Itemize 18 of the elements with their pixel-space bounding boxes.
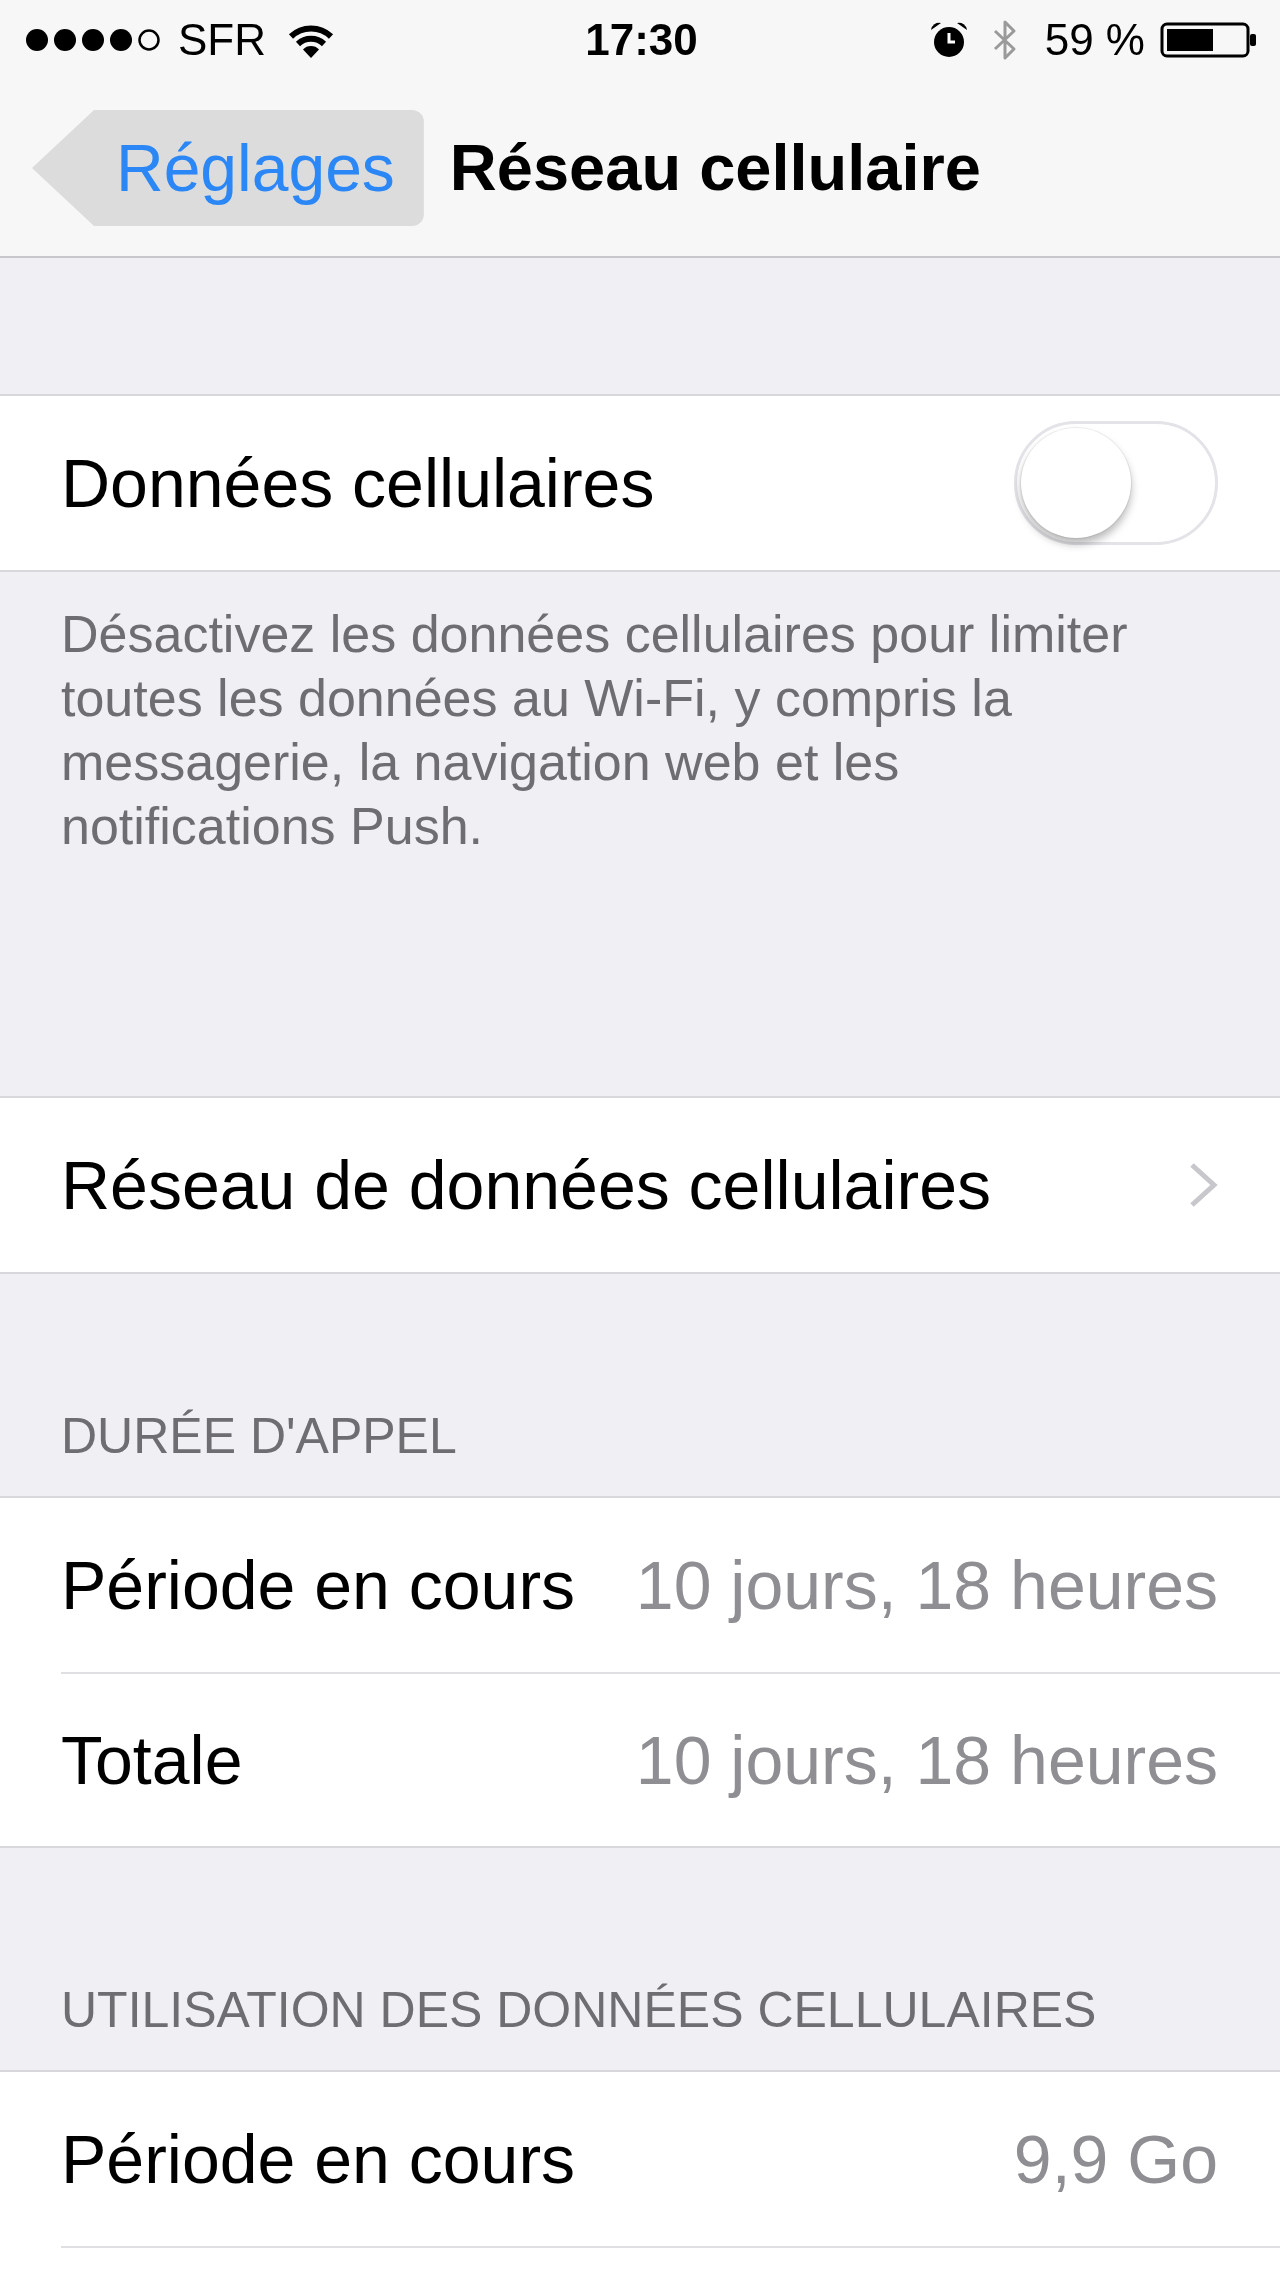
signal-strength-icon — [25, 28, 161, 52]
carrier-name: SFR — [178, 15, 266, 65]
chevron-right-icon — [1188, 1161, 1218, 1209]
status-time: 17:30 — [585, 15, 698, 65]
battery-icon — [1160, 20, 1258, 60]
battery-percentage: 59 % — [1044, 15, 1145, 65]
section-footer-text: Désactivez les données cellulaires pour limiter toutes les données au Wi-Fi, y compris la messagerie, la navigation web et les notifications Push. — [61, 604, 1129, 857]
row-label: Totale — [61, 1721, 243, 1800]
nav-title: Réseau cellulaire — [449, 130, 981, 206]
row-value: 9,9 Go — [1013, 2120, 1218, 2199]
row-value: 10 jours, 18 heures — [635, 1721, 1218, 1800]
row-label: Période en cours — [61, 2120, 576, 2199]
row-label: Données cellulaires — [61, 444, 655, 523]
section-header: UTILISATION DES DONNÉES CELLULAIRES — [61, 1981, 1097, 2040]
row-value: 10 jours, 18 heures — [635, 1546, 1218, 1625]
row-label: Période en cours — [61, 1546, 576, 1625]
section-header: DURÉE D'APPEL — [61, 1407, 457, 1466]
settings-row-link[interactable]: Réseau de données cellulaires — [0, 1098, 1280, 1272]
